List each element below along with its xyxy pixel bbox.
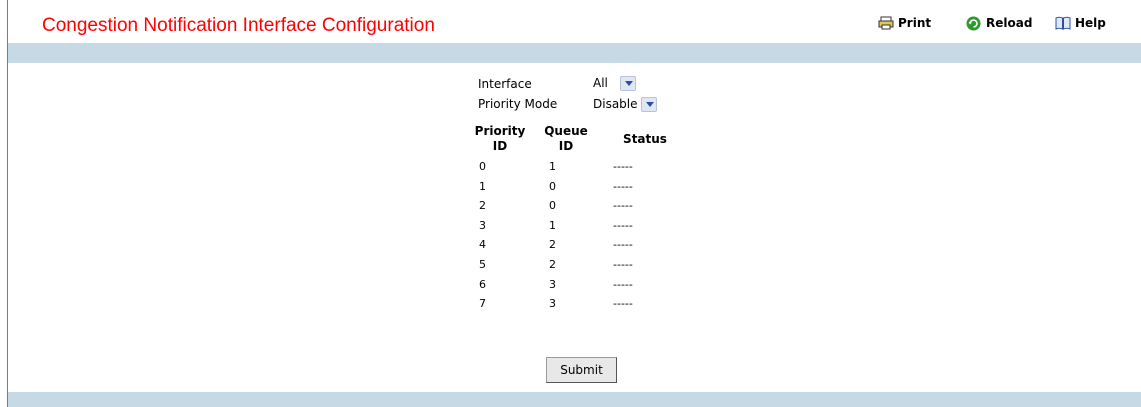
help-label: Help [1075,16,1106,30]
status-cell: ----- [613,199,633,213]
priority-id-cell: 6 [479,277,486,291]
header-status: Status [623,132,667,146]
status-cell: ----- [613,258,633,271]
status-cell: ----- [613,218,633,232]
priority-id-cell: 2 [479,199,486,213]
priority-id-cell: 4 [479,238,486,252]
queue-id-cell: 3 [549,297,556,311]
interface-select[interactable]: All [593,74,636,92]
status-cell: ----- [613,297,633,311]
header-band [8,43,1141,63]
priority-id-cell: 3 [479,218,486,232]
status-cell: ----- [613,179,633,193]
status-cell: ----- [613,277,633,291]
status-cell: ----- [613,238,633,252]
header-priority-id: Priority ID [474,124,526,153]
printer-icon [878,16,894,30]
priority-id-cell: 7 [479,297,486,311]
status-cell: ----- [613,160,633,173]
book-icon [1055,16,1071,30]
priority-mode-label: Priority Mode [478,97,558,111]
reload-icon [966,16,982,31]
priority-mode-value: Disable [593,97,638,111]
queue-id-cell: 2 [549,258,556,271]
footer-band [8,392,1141,407]
reload-label: Reload [986,16,1033,30]
interface-label: Interface [478,77,532,91]
priority-mode-select[interactable]: Disable [593,95,657,113]
submit-button[interactable]: Submit [546,357,617,383]
queue-id-cell: 3 [549,277,556,291]
header-queue-id: Queue ID [544,124,588,153]
priority-id-cell: 0 [479,160,486,173]
print-button[interactable]: Print [878,16,931,30]
queue-id-cell: 2 [549,238,556,252]
print-label: Print [898,16,932,30]
queue-id-cell: 1 [549,218,556,232]
priority-id-cell: 1 [479,179,486,193]
queue-id-cell: 0 [549,199,556,213]
interface-value: All [593,76,608,90]
queue-id-cell: 0 [549,179,556,193]
chevron-down-icon[interactable] [619,75,636,91]
chevron-down-icon[interactable] [640,96,657,112]
queue-id-cell: 1 [549,160,556,173]
page-title: Congestion Notification Interface Config… [42,15,435,36]
help-button[interactable]: Help [1055,16,1106,30]
reload-button[interactable]: Reload [966,16,1033,31]
priority-id-cell: 5 [479,258,486,271]
